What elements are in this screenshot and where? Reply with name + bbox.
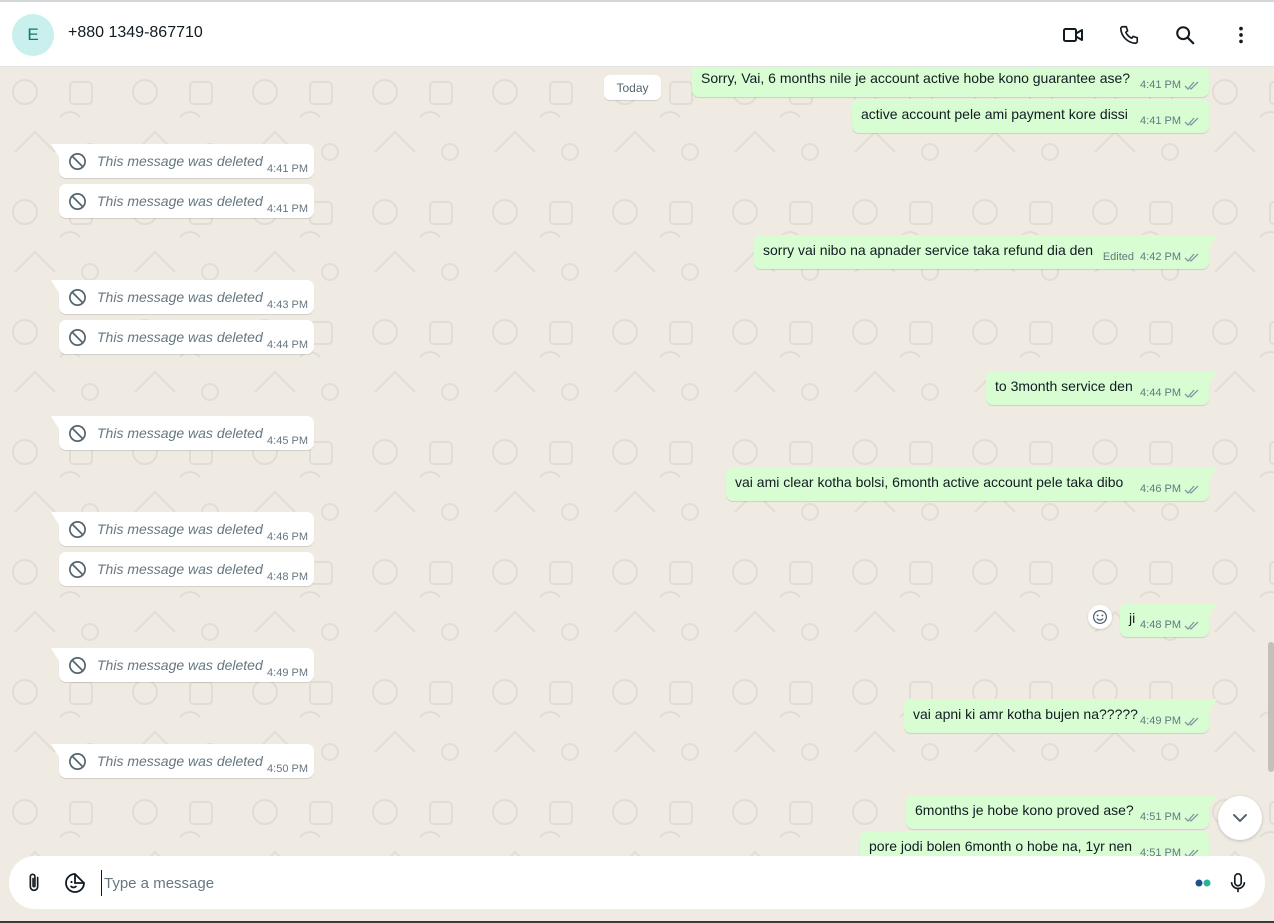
outgoing-message[interactable]: pore jodi bolen 6month o hobe na, 1yr ne… [860, 831, 1209, 856]
incoming-message[interactable]: This message was deleted 4:49 PM [51, 648, 314, 682]
double-check-icon [1184, 389, 1199, 398]
incoming-message[interactable]: This message was deleted 4:50 PM [51, 744, 314, 778]
incoming-message[interactable]: This message was deleted 4:43 PM [51, 280, 314, 314]
outgoing-message[interactable]: to 3month service den 4:44 PM [986, 371, 1217, 405]
deleted-message-icon [69, 289, 86, 306]
deleted-message-icon [69, 657, 86, 674]
video-call-icon[interactable] [1060, 22, 1086, 48]
message-text: vai apni ki amr kotha bujen na????? [913, 706, 1138, 722]
scroll-to-bottom-button[interactable] [1218, 796, 1262, 840]
chevron-down-icon [1233, 814, 1247, 823]
message-time: 4:51 PM [1140, 811, 1181, 823]
message-time: 4:43 PM [267, 299, 308, 311]
message-time: 4:41 PM [267, 203, 308, 215]
outgoing-message[interactable]: Sorry, Vai, 6 months nile je account act… [692, 67, 1209, 97]
double-check-icon [1184, 117, 1199, 126]
attach-icon[interactable] [21, 870, 47, 896]
double-check-icon [1184, 81, 1199, 90]
message-time: 4:42 PM [1140, 251, 1181, 263]
message-time: 4:46 PM [267, 531, 308, 543]
message-time: 4:41 PM [1140, 115, 1181, 127]
composer [9, 856, 1265, 909]
contact-avatar[interactable]: E [12, 14, 54, 56]
message-time: 4:51 PM [1140, 847, 1181, 856]
message-time: 4:48 PM [1140, 619, 1181, 631]
double-check-icon [1184, 849, 1199, 856]
incoming-message[interactable]: This message was deleted 4:44 PM [59, 320, 314, 354]
message-time: 4:41 PM [1140, 79, 1181, 91]
message-text: 6months je hobe kono proved ase? [915, 802, 1134, 818]
meta-ai-icon[interactable] [1195, 878, 1211, 888]
sticker-icon[interactable] [62, 870, 88, 896]
incoming-message[interactable]: This message was deleted 4:45 PM [51, 416, 314, 450]
outgoing-message[interactable]: ji 4:48 PM [1120, 603, 1217, 637]
search-icon[interactable] [1172, 22, 1198, 48]
deleted-message-icon [69, 153, 86, 170]
edited-label: Edited [1102, 251, 1135, 263]
contact-name[interactable]: +880 1349-867710 [68, 24, 203, 42]
deleted-message-text: This message was deleted [97, 289, 263, 305]
message-time: 4:48 PM [267, 571, 308, 583]
message-text: Sorry, Vai, 6 months nile je account act… [701, 70, 1131, 86]
composer-bar [0, 856, 1274, 923]
deleted-message-text: This message was deleted [97, 425, 263, 441]
chat-header: E +880 1349-867710 [0, 0, 1274, 67]
outgoing-message[interactable]: sorry vai nibo na apnader service taka r… [754, 235, 1217, 269]
outgoing-message[interactable]: 6months je hobe kono proved ase? 4:51 PM [906, 795, 1217, 829]
incoming-message[interactable]: This message was deleted 4:41 PM [59, 184, 314, 218]
message-time: 4:44 PM [1140, 387, 1181, 399]
microphone-icon[interactable] [1225, 870, 1251, 896]
message-time: 4:44 PM [267, 339, 308, 351]
deleted-message-text: This message was deleted [97, 521, 263, 537]
deleted-message-icon [69, 329, 86, 346]
date-separator: Today [604, 75, 661, 100]
deleted-message-icon [69, 561, 86, 578]
message-time: 4:49 PM [1140, 715, 1181, 727]
message-text: active account pele ami payment kore dis… [861, 106, 1128, 122]
incoming-message[interactable]: This message was deleted 4:48 PM [59, 552, 314, 586]
double-check-icon [1184, 717, 1199, 726]
menu-icon[interactable] [1228, 22, 1254, 48]
voice-call-icon[interactable] [1116, 22, 1142, 48]
message-time: 4:45 PM [267, 435, 308, 447]
deleted-message-text: This message was deleted [97, 753, 263, 769]
message-text: sorry vai nibo na apnader service taka r… [763, 242, 1093, 258]
outgoing-message[interactable]: vai ami clear kotha bolsi, 6month active… [726, 467, 1217, 501]
deleted-message-icon [69, 425, 86, 442]
message-time: 4:46 PM [1140, 483, 1181, 495]
incoming-message[interactable]: This message was deleted 4:41 PM [51, 144, 314, 178]
deleted-message-icon [69, 521, 86, 538]
deleted-message-text: This message was deleted [97, 193, 263, 209]
double-check-icon [1184, 485, 1199, 494]
deleted-message-text: This message was deleted [97, 153, 263, 169]
avatar-letter: E [27, 25, 39, 44]
deleted-message-icon [69, 193, 86, 210]
message-text: to 3month service den [995, 378, 1133, 394]
message-text: ji [1129, 610, 1136, 626]
deleted-message-text: This message was deleted [97, 657, 263, 673]
deleted-message-text: This message was deleted [97, 561, 263, 577]
message-time: 4:50 PM [267, 763, 308, 775]
message-time: 4:49 PM [267, 667, 308, 679]
message-input[interactable] [101, 870, 1171, 896]
message-text: vai ami clear kotha bolsi, 6month active… [735, 474, 1124, 490]
message-list[interactable]: Today This message was deleted 4:41 PM T… [0, 67, 1274, 856]
message-time: 4:41 PM [267, 163, 308, 175]
deleted-message-icon [69, 753, 86, 770]
outgoing-message[interactable]: active account pele ami payment kore dis… [852, 99, 1209, 133]
incoming-message[interactable]: This message was deleted 4:46 PM [51, 512, 314, 546]
double-check-icon [1184, 253, 1199, 262]
scrollbar[interactable] [1268, 642, 1274, 772]
outgoing-message[interactable]: vai apni ki amr kotha bujen na????? 4:49… [904, 699, 1217, 733]
deleted-message-text: This message was deleted [97, 329, 263, 345]
double-check-icon [1184, 813, 1199, 822]
message-text: pore jodi bolen 6month o hobe na, 1yr ne… [869, 838, 1133, 854]
reaction-icon[interactable] [1088, 605, 1112, 629]
double-check-icon [1184, 621, 1199, 630]
